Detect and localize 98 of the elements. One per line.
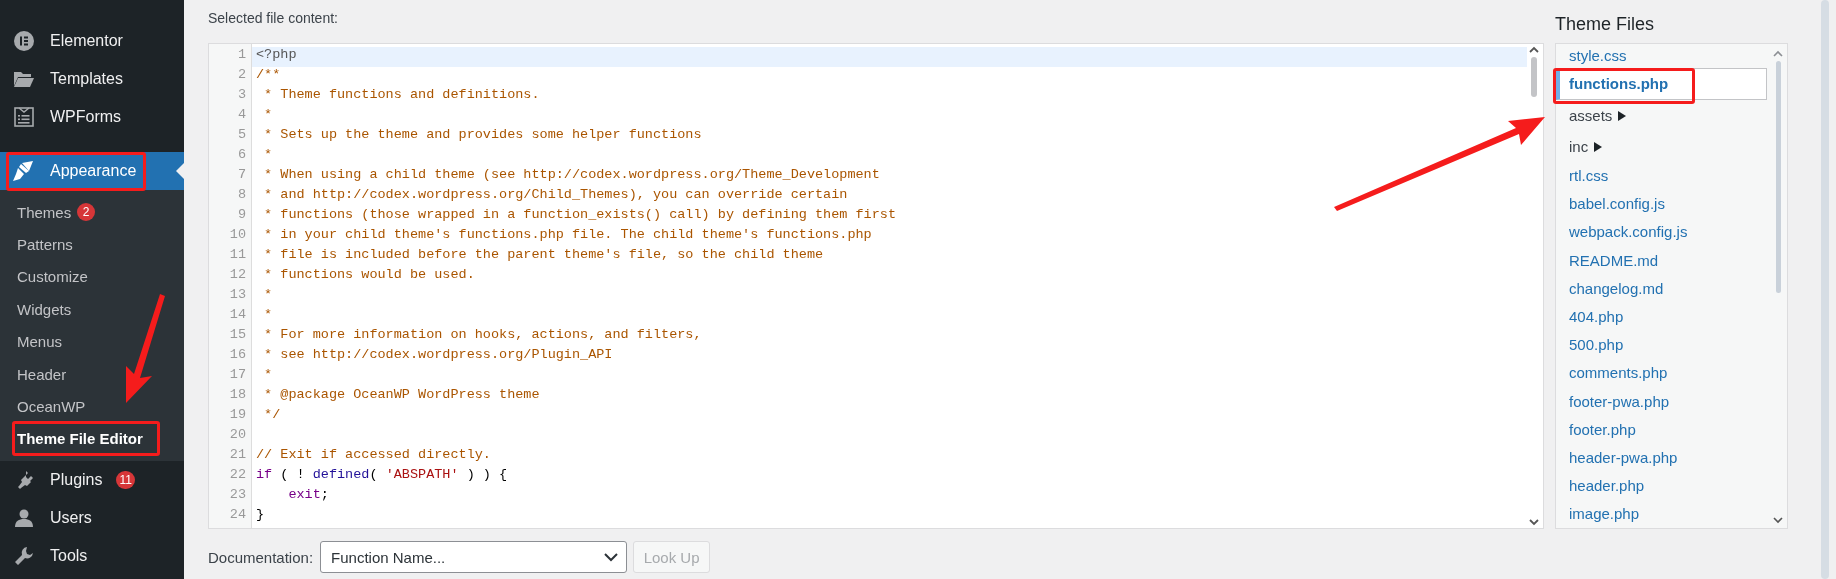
line-number: 2 <box>236 67 247 84</box>
code-line: * Theme functions and definitions. <box>263 87 541 104</box>
field-label: Documentation: <box>208 548 314 566</box>
code-line: * functions would be used. <box>263 267 476 284</box>
code-line: * When using a child theme (see http://codex.wordpress.org/Theme_Development <box>263 167 881 184</box>
code-line: exit; <box>287 487 330 504</box>
file-link[interactable]: style.css <box>1556 44 1767 68</box>
code-line: if ( ! defined( 'ABSPATH' ) ) { <box>255 467 509 484</box>
code-line: * <box>263 147 274 164</box>
paintbrush-icon <box>13 161 35 181</box>
code-line: * <box>263 367 274 384</box>
line-number: 21 <box>228 447 247 464</box>
line-number: 22 <box>228 467 247 484</box>
code-line: * Sets up the theme and provides some helper functions <box>263 127 703 144</box>
menu-item[interactable]: WPForms <box>0 98 184 136</box>
count-badge: 11 <box>116 471 135 490</box>
menu-item[interactable]: Templates <box>0 60 184 98</box>
elementor-icon <box>14 31 34 51</box>
file-link[interactable]: README.md <box>1556 246 1767 275</box>
line-number: 6 <box>236 147 247 164</box>
submenu-item[interactable]: Header <box>0 357 184 391</box>
file-link[interactable]: webpack.config.js <box>1556 218 1767 247</box>
field-label: Selected file content: <box>208 10 339 27</box>
line-number: 5 <box>236 127 247 144</box>
line-number: 20 <box>228 427 247 444</box>
file-link[interactable]: changelog.md <box>1556 274 1767 303</box>
line-number: 1 <box>236 47 247 64</box>
file-link[interactable]: 404.php <box>1556 302 1767 332</box>
line-number: 12 <box>228 267 247 284</box>
code-line: * @package OceanWP WordPress theme <box>263 387 541 404</box>
menu-item[interactable]: Users <box>0 499 184 538</box>
line-number: 23 <box>228 487 247 504</box>
line-number: 19 <box>228 407 247 424</box>
user-icon <box>14 508 34 529</box>
file-link[interactable]: babel.config.js <box>1556 190 1767 219</box>
code-line: * functions (those wrapped in a function_exists() call) by defining them first <box>263 207 897 224</box>
submenu-item[interactable]: OceanWP <box>0 390 184 423</box>
line-number: 17 <box>228 367 247 384</box>
count-badge: 2 <box>77 203 96 222</box>
line-number: 10 <box>228 227 247 244</box>
file-link[interactable]: rtl.css <box>1556 162 1767 191</box>
line-number: 16 <box>228 347 247 364</box>
folder-item[interactable]: inc <box>1556 131 1767 162</box>
scroll-down-icon[interactable] <box>1773 517 1783 524</box>
page-scrollbar[interactable] <box>1821 0 1829 579</box>
menu-item[interactable]: Plugins 11 <box>0 461 184 500</box>
file-link[interactable]: 500.php <box>1556 331 1767 360</box>
submenu-item[interactable]: Theme File Editor <box>0 422 184 456</box>
line-number: 24 <box>228 507 247 524</box>
expand-triangle-icon <box>1594 142 1603 154</box>
file-link[interactable]: functions.php <box>1556 68 1767 100</box>
line-number: 14 <box>228 307 247 324</box>
function-select[interactable]: Function Name... <box>320 541 628 573</box>
scroll-down-icon[interactable] <box>1529 519 1539 526</box>
chevron-down-icon <box>604 552 619 562</box>
submenu-item[interactable]: Themes 2 <box>0 196 184 229</box>
code-line: */ <box>263 407 282 424</box>
line-number: 8 <box>236 187 247 204</box>
form-icon <box>14 107 34 127</box>
line-number: 18 <box>228 387 247 404</box>
line-number: 9 <box>236 207 247 224</box>
scroll-up-icon[interactable] <box>1529 46 1539 53</box>
code-line: * <box>263 107 274 124</box>
menu-item[interactable]: Elementor <box>0 22 184 60</box>
submenu-item[interactable]: Patterns <box>0 228 184 261</box>
file-link[interactable]: footer.php <box>1556 415 1767 444</box>
submenu-item[interactable]: Customize <box>0 260 184 294</box>
file-link[interactable]: header-pwa.php <box>1556 443 1767 473</box>
panel-heading: Theme Files <box>1555 14 1656 36</box>
folder-icon <box>13 70 35 88</box>
file-link[interactable]: header.php <box>1556 472 1767 501</box>
code-line: } <box>255 507 266 524</box>
line-number: 7 <box>236 167 247 184</box>
line-number: 3 <box>236 87 247 104</box>
code-line: * <box>263 287 274 304</box>
line-number: 4 <box>236 107 247 124</box>
code-line: * in your child theme's functions.php file. The child theme's functions.php <box>263 227 873 244</box>
code-line: * file is included before the parent theme's file, so the child theme <box>263 247 825 264</box>
line-number: 13 <box>228 287 247 304</box>
menu-item[interactable]: Tools <box>0 537 184 576</box>
file-link[interactable]: comments.php <box>1556 359 1767 388</box>
scrollbar-thumb[interactable] <box>1531 57 1537 97</box>
code-line: * For more information on hooks, actions, and filters, <box>263 327 703 344</box>
submenu-item[interactable]: Widgets <box>0 293 184 326</box>
submenu-item[interactable]: Menus <box>0 325 184 358</box>
code-line: * and http://codex.wordpress.org/Child_Themes), you can override certain <box>263 187 849 204</box>
line-number: 11 <box>228 247 247 264</box>
code-line: // Exit if accessed directly. <box>255 447 492 464</box>
code-line: /** <box>255 67 282 84</box>
code-line: * <box>263 307 274 324</box>
file-link[interactable]: image.php <box>1556 500 1767 528</box>
wrench-icon <box>14 546 34 567</box>
line-number: 15 <box>228 327 247 344</box>
file-link[interactable]: footer-pwa.php <box>1556 387 1767 416</box>
folder-item[interactable]: assets <box>1556 100 1767 131</box>
code-line: * see http://codex.wordpress.org/Plugin_API <box>263 347 614 364</box>
expand-triangle-icon <box>1618 111 1627 123</box>
scrollbar-thumb[interactable] <box>1775 61 1781 293</box>
